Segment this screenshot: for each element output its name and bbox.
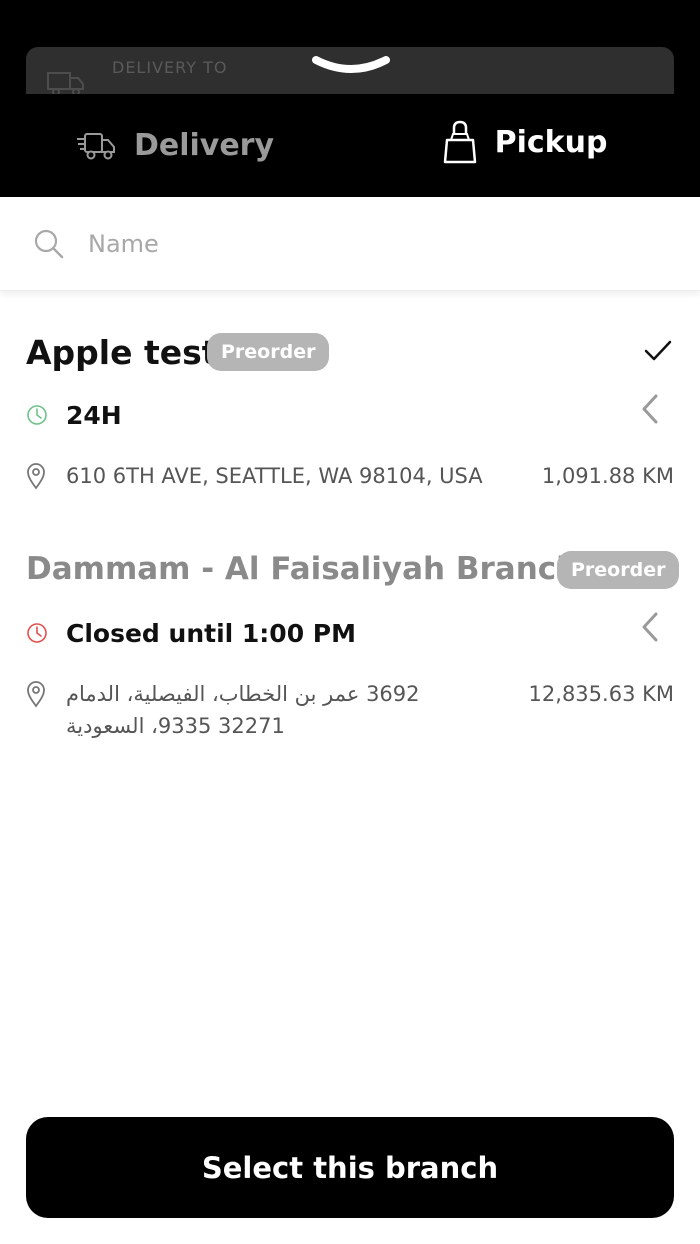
location-pin-icon <box>27 681 45 708</box>
clock-icon <box>27 623 47 643</box>
clock-icon <box>27 405 47 425</box>
branch-status: Closed until 1:00 PM <box>26 616 356 650</box>
order-type-tabs: Delivery Pickup <box>0 94 700 197</box>
tab-delivery-label: Delivery <box>133 128 275 163</box>
delivery-to-label: DELIVERY TO <box>112 58 228 77</box>
preorder-badge: Preorder <box>207 333 330 371</box>
chevron-left-icon[interactable] <box>640 393 660 425</box>
preorder-badge: Preorder <box>557 551 680 589</box>
branch-search-bar <box>0 197 700 291</box>
branch-address: 610 6TH AVE, SEATTLE, WA 98104, USA <box>66 464 483 488</box>
tab-delivery[interactable]: Delivery <box>0 94 350 197</box>
chevron-left-icon[interactable] <box>640 611 660 643</box>
sheet-collapse-handle-icon[interactable] <box>310 52 392 76</box>
branch-search-input[interactable] <box>88 221 648 267</box>
branch-hours: Closed until 1:00 PM <box>66 618 357 648</box>
tab-pickup-label: Pickup <box>494 124 608 160</box>
branch-name: Apple test <box>26 333 218 372</box>
branch-name: Dammam - Al Faisaliyah Branch <box>26 551 579 587</box>
branch-status: 24H <box>26 398 122 432</box>
select-branch-button[interactable]: Select this branch <box>26 1117 674 1218</box>
branch-distance: 12,835.63 KM <box>528 682 674 706</box>
branch-distance: 1,091.88 KM <box>541 464 674 488</box>
shopping-bag-icon <box>443 120 476 164</box>
search-icon <box>34 229 64 259</box>
tab-pickup[interactable]: Pickup <box>350 94 700 190</box>
checkmark-icon <box>644 340 672 361</box>
branch-address: 3692 عمر بن الخطاب، الفيصلية، الدمام 322… <box>66 682 420 738</box>
location-pin-icon <box>27 463 45 490</box>
delivery-truck-icon <box>76 132 115 159</box>
branch-hours: 24H <box>66 400 122 430</box>
